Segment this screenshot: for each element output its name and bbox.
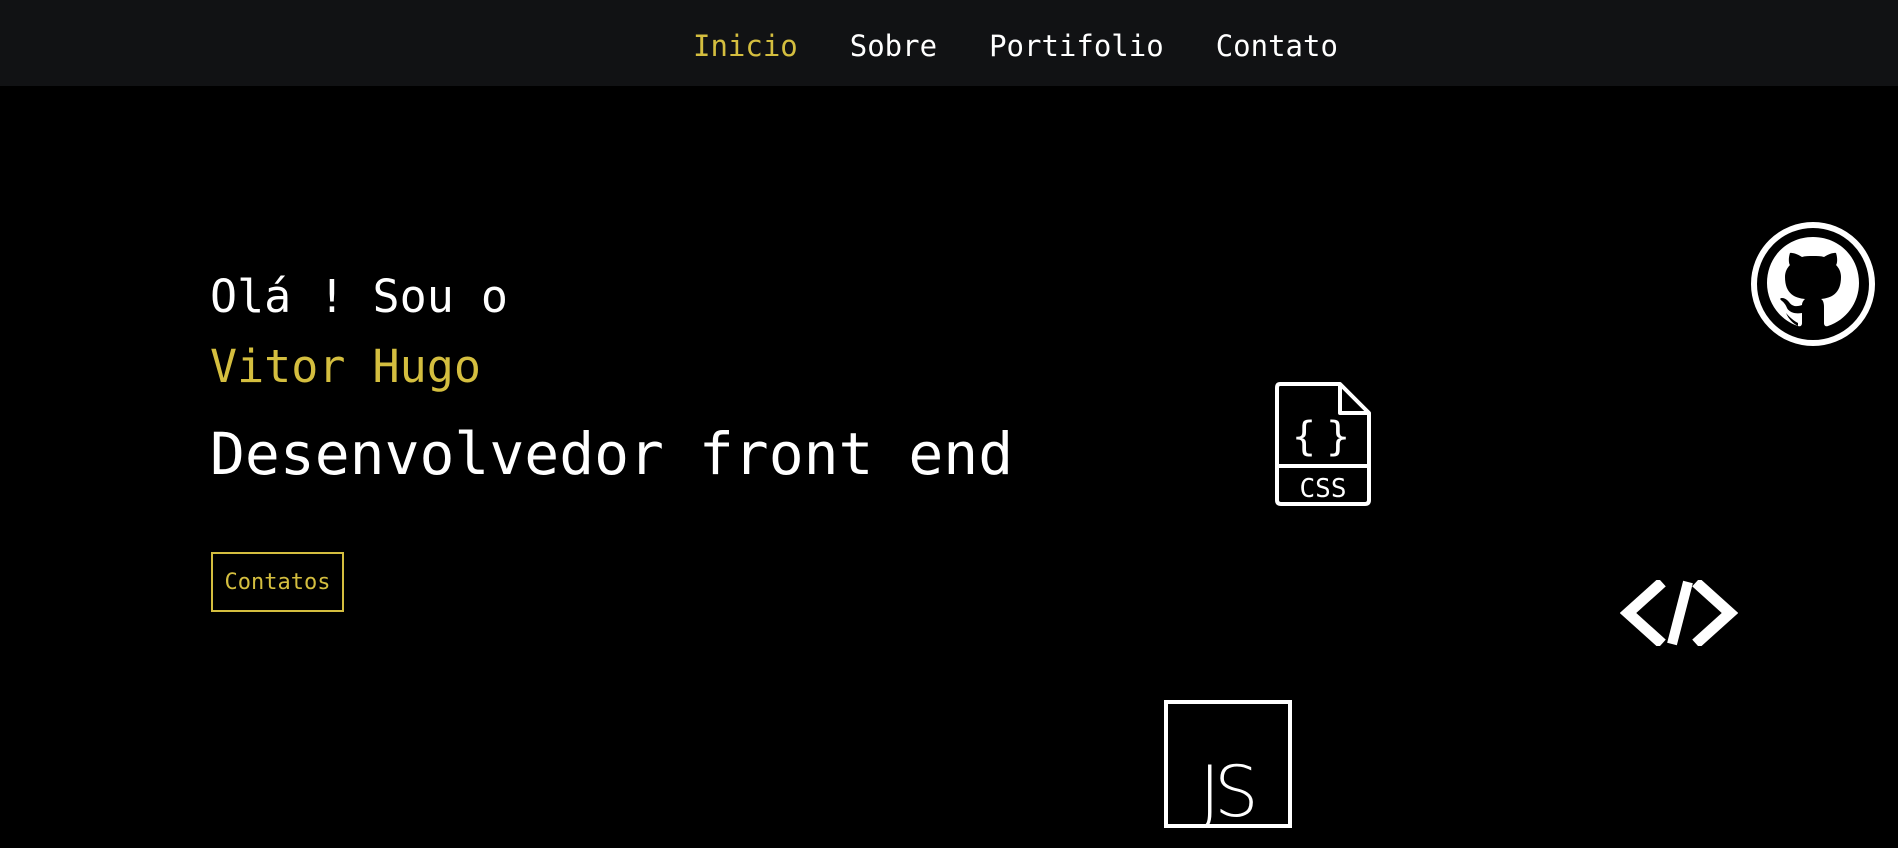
css-file-icon: { } CSS — [1274, 381, 1372, 507]
github-icon[interactable] — [1750, 221, 1876, 347]
nav-link-portifolio[interactable]: Portifolio — [989, 29, 1164, 63]
code-tag-icon — [1620, 580, 1738, 646]
svg-text:{: { — [1292, 414, 1316, 460]
js-label: JS — [1199, 751, 1253, 828]
hero-role: Desenvolvedor front end — [210, 420, 1014, 488]
nav-link-inicio[interactable]: Inicio — [693, 29, 798, 63]
js-icon: JS — [1164, 700, 1292, 828]
hero-greeting: Olá ! Sou o — [210, 270, 509, 323]
nav-link-sobre[interactable]: Sobre — [850, 29, 937, 63]
navbar: Inicio Sobre Portifolio Contato — [0, 0, 1898, 86]
nav-link-contato[interactable]: Contato — [1216, 29, 1338, 63]
nav-menu: Inicio Sobre Portifolio Contato — [693, 29, 1338, 64]
svg-text:}: } — [1326, 414, 1350, 460]
contacts-button[interactable]: Contatos — [211, 552, 344, 612]
css-file-label: CSS — [1300, 474, 1347, 504]
hero-name: Vitor Hugo — [210, 340, 481, 393]
